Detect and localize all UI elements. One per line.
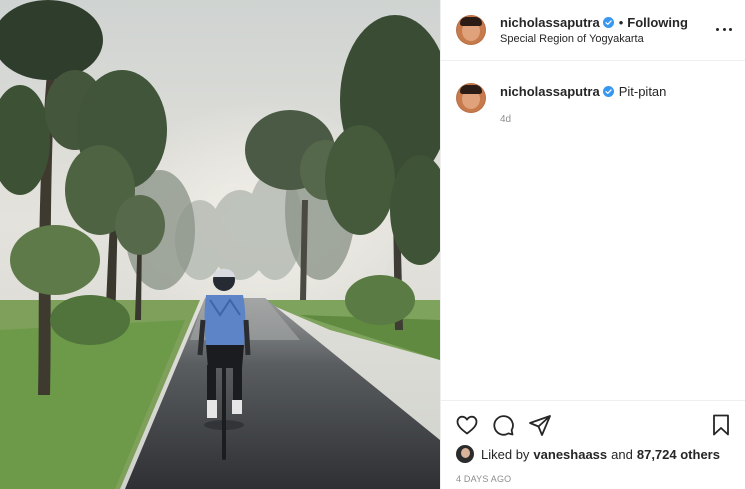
caption-age: 4d	[500, 114, 512, 125]
post-sidebar: nicholassaputra • Following Special Regi…	[440, 0, 745, 489]
liked-by-prefix: Liked by	[481, 446, 530, 462]
liked-by-and: and	[611, 446, 633, 462]
comments-area	[441, 62, 745, 400]
following-button[interactable]: Following	[627, 15, 688, 30]
bookmark-icon[interactable]	[709, 413, 733, 437]
verified-badge-icon	[602, 17, 614, 28]
verified-badge-icon	[602, 86, 614, 97]
post-header: nicholassaputra • Following Special Regi…	[441, 0, 745, 61]
post-actions: Liked by vaneshaass and 87,724 others 4 …	[441, 400, 745, 489]
author-line: nicholassaputra • Following	[500, 15, 688, 30]
author-username[interactable]: nicholassaputra	[500, 15, 600, 30]
comment-icon[interactable]	[491, 413, 515, 437]
liked-by-user[interactable]: vaneshaass	[533, 447, 607, 462]
more-options-icon[interactable]	[716, 28, 732, 32]
likes-summary: Liked by vaneshaass and 87,724 others	[456, 445, 720, 463]
caption-author-avatar[interactable]	[456, 83, 486, 113]
caption-username[interactable]: nicholassaputra	[500, 84, 600, 99]
heart-icon[interactable]	[455, 413, 479, 437]
liker-avatar[interactable]	[456, 445, 474, 463]
post-location[interactable]: Special Region of Yogyakarta	[500, 33, 644, 45]
share-icon[interactable]	[528, 413, 552, 437]
post-photo[interactable]	[0, 0, 440, 489]
cyclist-road-image	[0, 0, 440, 489]
author-avatar[interactable]	[456, 15, 486, 45]
caption-line: nicholassaputra Pit-pitan	[500, 84, 666, 99]
caption-text: Pit-pitan	[618, 84, 667, 99]
separator-dot: •	[618, 15, 624, 30]
post-timestamp[interactable]: 4 DAYS AGO	[456, 474, 511, 484]
likes-count-link[interactable]: 87,724 others	[637, 447, 720, 462]
